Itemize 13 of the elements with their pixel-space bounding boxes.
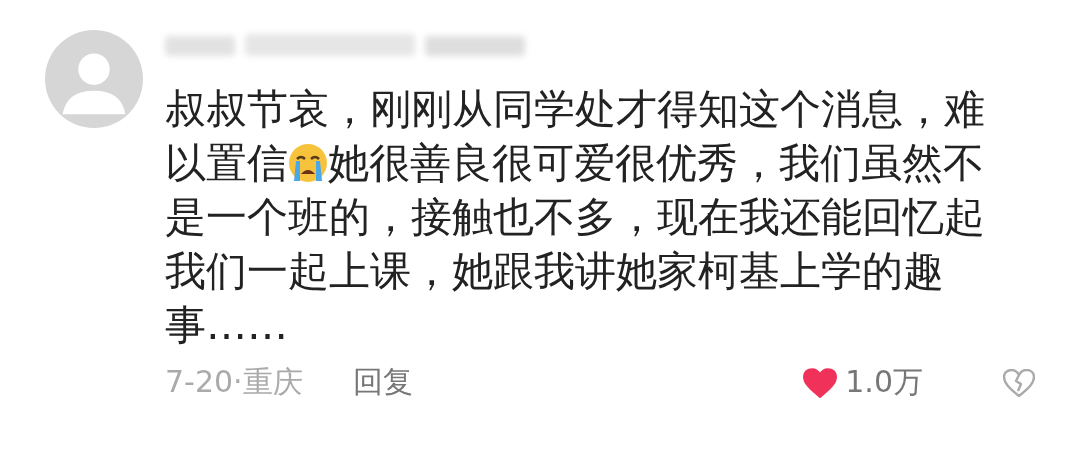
comment-text: 叔叔节哀，刚刚从同学处才得知这个消息，难	[165, 84, 985, 135]
crying-face-icon	[288, 143, 328, 183]
broken-heart-icon[interactable]	[1003, 368, 1035, 397]
heart-icon[interactable]	[803, 367, 838, 398]
comment-text: 是一个班的，接触也不多，现在我还能回忆起	[165, 192, 985, 243]
comment-text: 她很善良很可爱很优秀，我们虽然不	[328, 138, 984, 189]
date-location: 7-20·重庆	[165, 363, 303, 401]
reply-link[interactable]: 回复	[352, 362, 413, 403]
comment-text: 以置信	[165, 138, 288, 189]
comment-text: 我们一起上课，她跟我讲她家柯基上学的趣	[165, 246, 944, 297]
comment-text: 事……	[165, 300, 288, 351]
like-count: 1.0万	[845, 363, 923, 401]
avatar-icon[interactable]	[45, 30, 143, 128]
